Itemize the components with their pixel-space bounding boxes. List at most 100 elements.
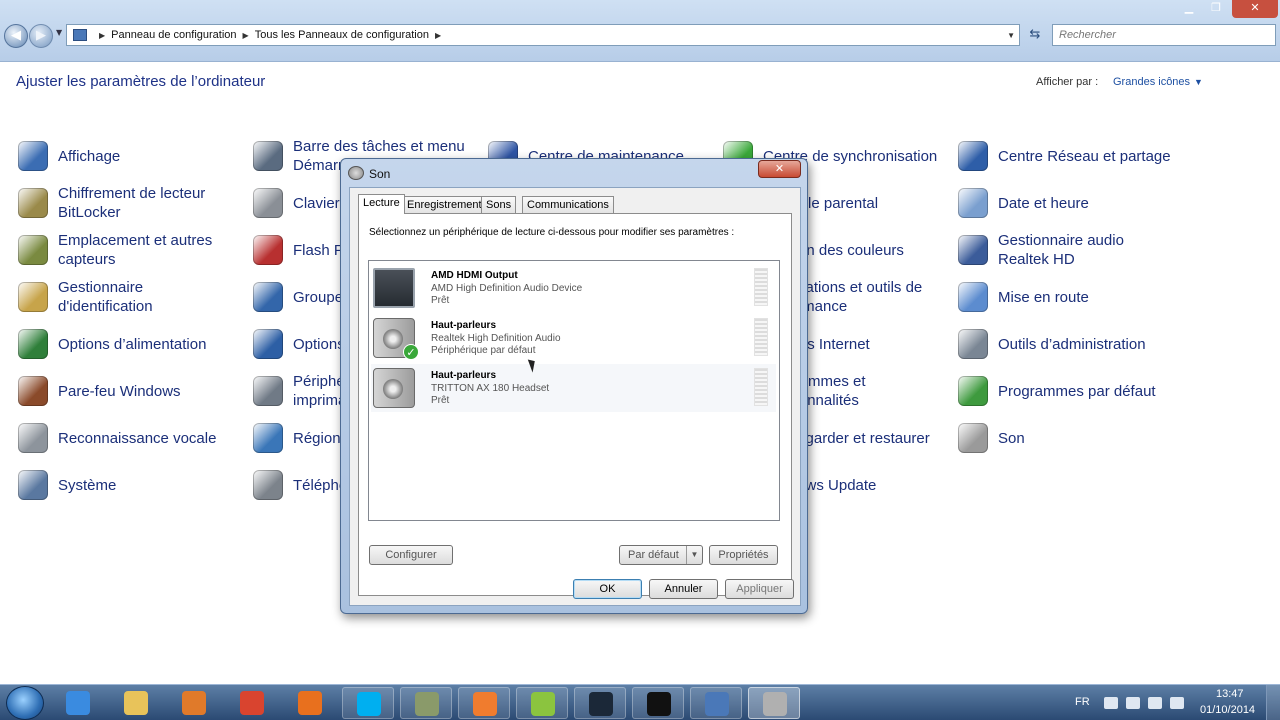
cp-item[interactable]: Emplacement et autres capteurs — [18, 230, 238, 270]
volume-level-meter — [754, 318, 768, 356]
action-center-icon[interactable] — [1170, 697, 1184, 709]
clock-date[interactable]: 01/10/2014 — [1200, 704, 1255, 716]
device-desc: AMD High Definition Audio Device — [431, 283, 583, 294]
cancel-button[interactable]: Annuler — [649, 579, 718, 599]
device-row[interactable]: ✓ Haut-parleurs Realtek High Definition Au… — [371, 314, 776, 362]
device-name: Haut-parleurs — [431, 320, 497, 331]
cp-item[interactable]: Chiffrement de lecteur BitLocker — [18, 183, 238, 223]
close-window-button[interactable]: ✕ — [1232, 0, 1278, 18]
cp-item[interactable]: Gestionnaire audio Realtek HD — [958, 230, 1178, 270]
cp-item-label: Système — [58, 476, 117, 494]
microphone-icon — [18, 423, 48, 453]
tab-enregistrement[interactable]: Enregistrement — [402, 196, 487, 214]
view-by-dropdown[interactable]: Grandes icônes ▼ — [1113, 76, 1203, 88]
ergonomics-icon — [253, 329, 283, 359]
cp-item-label: Options d’alimentation — [58, 335, 207, 353]
cp-item[interactable]: Son — [958, 418, 1178, 458]
default-check-icon: ✓ — [403, 344, 419, 360]
taskbar-app-cmd[interactable] — [632, 687, 684, 719]
address-dropdown[interactable]: ▼ — [1007, 31, 1015, 40]
display-icon — [18, 141, 48, 171]
cp-item[interactable]: Centre Réseau et partage — [958, 136, 1178, 176]
set-default-button[interactable]: Par défaut ▼ — [619, 545, 703, 565]
cp-item-label: Son — [998, 429, 1025, 447]
search-input[interactable]: Rechercher — [1052, 24, 1276, 46]
tab-sons[interactable]: Sons — [481, 196, 517, 214]
tab-lecture[interactable]: Lecture — [358, 194, 405, 214]
recent-pages-dropdown[interactable]: ▼ — [56, 28, 62, 37]
breadcrumb-control-panel[interactable]: Panneau de configuration — [111, 29, 236, 41]
taskbar-app-xampp[interactable] — [458, 687, 510, 719]
maximize-button[interactable]: ❐ — [1203, 0, 1229, 18]
address-toolbar: ◀ ▶ ▼ ▶ Panneau de configuration ▶ Tous … — [0, 0, 1280, 62]
taskbar-app-steam[interactable] — [574, 687, 626, 719]
device-list[interactable]: AMD HDMI Output AMD High Definition Audio… — [368, 260, 780, 521]
network-tray-icon[interactable] — [1126, 697, 1140, 709]
chevron-down-icon[interactable]: ▼ — [686, 546, 702, 564]
clock-time[interactable]: 13:47 — [1216, 688, 1244, 700]
breadcrumb-all-panels[interactable]: Tous les Panneaux de configuration — [255, 29, 429, 41]
chrome-icon — [240, 691, 264, 715]
folder-icon — [124, 691, 148, 715]
ok-button[interactable]: OK — [573, 579, 642, 599]
cp-item[interactable]: Reconnaissance vocale — [18, 418, 238, 458]
show-desktop-button[interactable] — [1266, 685, 1280, 720]
taskbar-app-media-player[interactable] — [168, 687, 220, 719]
sound-dialog: Son ✕ Lecture Enregistrement Sons Commun… — [340, 158, 808, 614]
taskbar-app-internet-explorer[interactable] — [52, 687, 104, 719]
taskbar-app-sound[interactable] — [748, 687, 800, 719]
speaker-icon — [763, 692, 787, 716]
gear-app-icon — [415, 692, 439, 716]
cp-item[interactable]: Affichage — [18, 136, 238, 176]
cp-item-label: Emplacement et autres capteurs — [58, 232, 213, 268]
chevron-right-icon[interactable]: ▶ — [435, 31, 441, 40]
cp-item[interactable]: Pare-feu Windows — [18, 371, 238, 411]
device-desc: TRITTON AX 180 Headset — [431, 383, 550, 394]
view-by-label: Afficher par : — [1036, 76, 1099, 88]
forward-button[interactable]: ▶ — [29, 24, 53, 48]
cp-item[interactable]: Outils d’administration — [958, 324, 1178, 364]
chevron-right-icon[interactable]: ▶ — [243, 31, 249, 40]
taskbar-app-app-green[interactable] — [516, 687, 568, 719]
dialog-close-button[interactable]: ✕ — [758, 160, 801, 178]
taskbar-app-chrome[interactable] — [226, 687, 278, 719]
language-indicator[interactable]: FR — [1075, 696, 1090, 708]
minimize-button[interactable]: ▁ — [1176, 0, 1202, 18]
network-icon — [958, 141, 988, 171]
cp-item-label: Affichage — [58, 147, 121, 165]
dialog-body: Lecture Enregistrement Sons Communicatio… — [349, 187, 801, 606]
taskbar-app-utility[interactable] — [400, 687, 452, 719]
flash-icon — [253, 235, 283, 265]
refresh-button[interactable]: ⇆ — [1024, 24, 1046, 46]
apply-button[interactable]: Appliquer — [725, 579, 794, 599]
cp-item[interactable]: Date et heure — [958, 183, 1178, 223]
device-row[interactable]: AMD HDMI Output AMD High Definition Audio… — [371, 264, 776, 312]
keyboard-icon — [253, 188, 283, 218]
taskbar-app-control-panel[interactable] — [690, 687, 742, 719]
address-bar[interactable]: ▶ Panneau de configuration ▶ Tous les Pa… — [66, 24, 1020, 46]
cp-item[interactable]: Options d’alimentation — [18, 324, 238, 364]
tab-communications[interactable]: Communications — [522, 196, 614, 214]
configure-button[interactable]: Configurer — [369, 545, 453, 565]
chevron-right-icon[interactable]: ▶ — [99, 31, 105, 40]
cp-item[interactable]: Système — [18, 465, 238, 505]
internet-explorer-icon — [66, 691, 90, 715]
taskbar: FR 13:47 01/10/2014 — [0, 684, 1280, 720]
taskbar-app-firefox[interactable] — [284, 687, 336, 719]
properties-button[interactable]: Propriétés — [709, 545, 778, 565]
cp-item[interactable]: Mise en route — [958, 277, 1178, 317]
xampp-icon — [473, 692, 497, 716]
taskbar-app-skype[interactable] — [342, 687, 394, 719]
device-desc: Realtek High Definition Audio — [431, 333, 561, 344]
back-button[interactable]: ◀ — [4, 24, 28, 48]
control-panel-icon — [73, 29, 87, 41]
cp-item[interactable]: Gestionnaire d'identification — [18, 277, 238, 317]
device-status: Prêt — [431, 295, 450, 306]
start-button[interactable] — [6, 686, 44, 720]
volume-icon[interactable] — [1148, 697, 1162, 709]
cp-item[interactable]: Programmes par défaut — [958, 371, 1178, 411]
speaker-icon — [348, 166, 364, 180]
chevron-up-icon[interactable] — [1104, 697, 1118, 709]
device-row[interactable]: Haut-parleurs TRITTON AX 180 Headset Prêt — [371, 364, 776, 412]
taskbar-app-explorer[interactable] — [110, 687, 162, 719]
